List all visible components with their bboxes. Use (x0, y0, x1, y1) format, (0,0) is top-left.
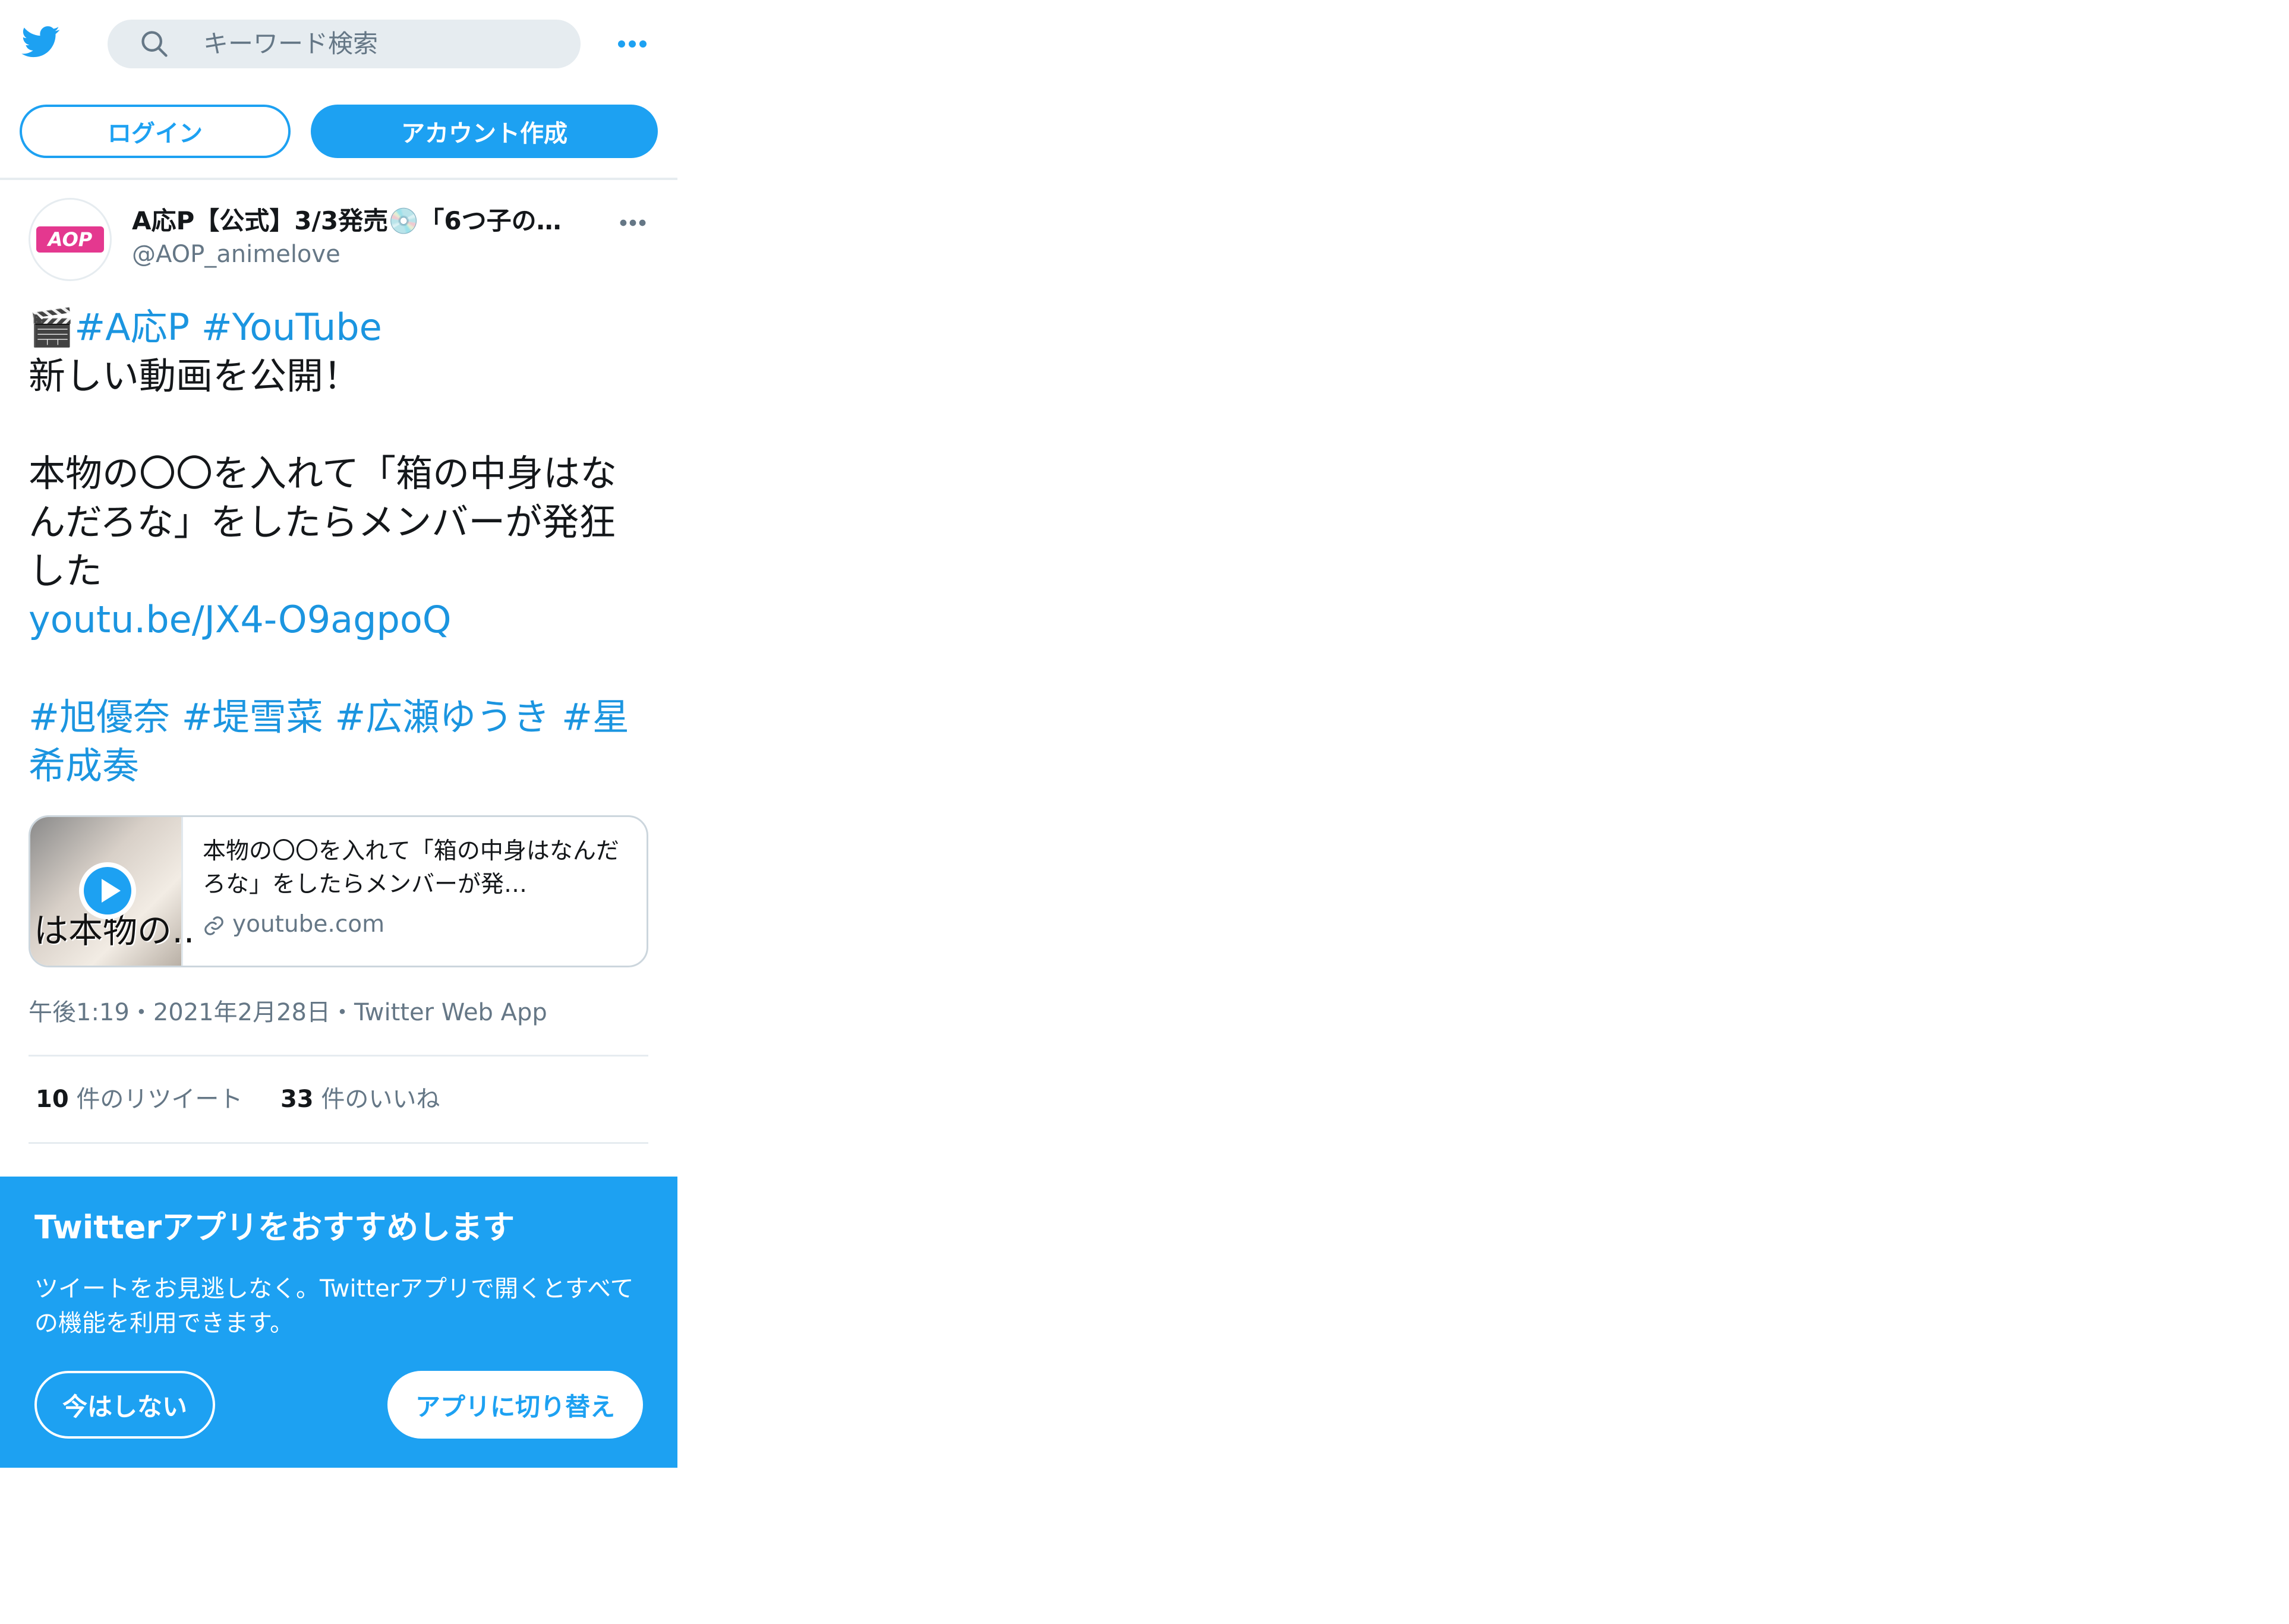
display-name[interactable]: A応P【公式】3/3発売💿「6つ子の魂… (132, 203, 572, 239)
not-now-button[interactable]: 今はしない (34, 1371, 215, 1439)
card-title: 本物の〇〇を入れて「箱の中身はなんだろな」をしたらメンバーが発… (203, 838, 619, 898)
card-domain: youtube.com (232, 911, 385, 938)
play-icon[interactable] (77, 860, 138, 922)
like-stat[interactable]: 33 件のいいね (280, 1086, 440, 1113)
search-icon (141, 31, 168, 57)
divider (0, 178, 677, 180)
mobile-page: キーワード検索 ログイン アカウント作成 AOP A応P【公式】3/3発売💿「6… (0, 0, 677, 1468)
divider (29, 1055, 648, 1057)
card-thumbnail: は本物の‥ (30, 817, 195, 966)
search-input[interactable]: キーワード検索 (203, 26, 378, 62)
tweet-stats: 10 件のリツイート 33 件のいいね (36, 1083, 440, 1116)
banner-title: Twitterアプリをおすすめします (34, 1209, 515, 1246)
login-button[interactable]: ログイン (20, 105, 291, 158)
tweet-more-icon[interactable] (618, 211, 648, 235)
app-promo-banner: Twitterアプリをおすすめします ツイートをお見逃しなく。Twitterアプ… (0, 1177, 677, 1468)
avatar[interactable]: AOP (29, 198, 112, 281)
switch-to-app-button[interactable]: アプリに切り替え (387, 1371, 643, 1439)
hashtag-link[interactable]: #A応P (74, 305, 190, 349)
divider (29, 1142, 648, 1144)
aop-logo-icon: AOP (36, 226, 104, 253)
tweet-timestamp[interactable]: 午後1:19・2021年2月28日・Twitter Web App (29, 996, 547, 1029)
clapper-emoji: 🎬 (29, 305, 75, 349)
create-account-button[interactable]: アカウント作成 (311, 105, 658, 158)
user-handle[interactable]: @AOP_animelove (132, 238, 340, 271)
tweet-paragraph: 本物の〇〇を入れて「箱の中身はなんだろな」をしたらメンバーが発狂した (29, 452, 617, 592)
link-icon (204, 916, 223, 935)
twitter-bird-icon[interactable] (18, 23, 64, 61)
more-dots-icon[interactable] (616, 31, 649, 57)
tweet-line: 新しい動画を公開！ (29, 354, 361, 398)
video-link[interactable]: youtu.be/JX4-O9agpoQ (29, 598, 452, 641)
banner-description: ツイートをお見逃しなく。Twitterアプリで開くとすべての機能を利用できます。 (34, 1275, 634, 1337)
retweet-stat[interactable]: 10 件のリツイート (36, 1086, 242, 1113)
hashtag-links[interactable]: #旭優奈 #堤雪菜 #広瀬ゆうき #星希成奏 (29, 695, 629, 787)
link-card[interactable]: は本物の‥ 本物の〇〇を入れて「箱の中身はなんだろな」をしたらメンバーが発… y… (29, 815, 648, 967)
avatar-text: AOP (46, 228, 93, 251)
tweet-text: 🎬#A応P #YouTube 新しい動画を公開！ 本物の〇〇を入れて「箱の中身は… (29, 303, 652, 790)
hashtag-link[interactable]: #YouTube (201, 305, 382, 349)
